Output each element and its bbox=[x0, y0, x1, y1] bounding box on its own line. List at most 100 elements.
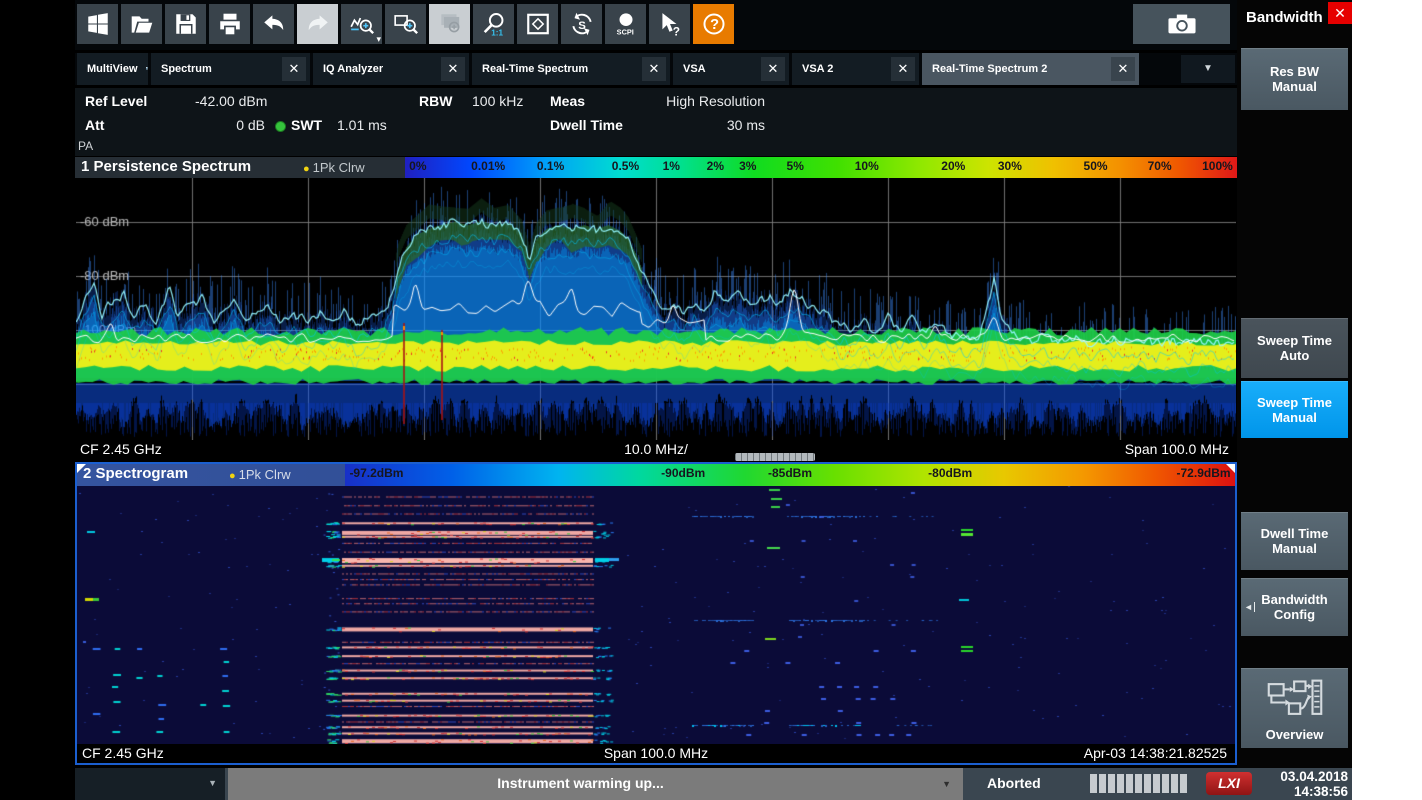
scale-tick-label: 50% bbox=[1084, 159, 1108, 173]
datetime-display: 03.04.2018 14:38:56 bbox=[1280, 769, 1348, 799]
trace-legend: ●1Pk Clrw bbox=[303, 160, 365, 175]
close-tab-button[interactable]: ✕ bbox=[441, 57, 465, 81]
softkey-bandwidth-config[interactable]: ◄Bandwidth Config bbox=[1241, 578, 1348, 636]
time-label: 14:38:56 bbox=[1280, 784, 1348, 799]
scale-tick-label: 5% bbox=[787, 159, 804, 173]
meas-label: Meas bbox=[550, 93, 585, 109]
softkey-sweep-time-auto[interactable]: Sweep Time Auto bbox=[1241, 318, 1348, 378]
sweep-state-label: Aborted bbox=[987, 775, 1041, 791]
submenu-arrow-icon: ◄ bbox=[1244, 602, 1255, 612]
message-history-dropdown[interactable]: ▼ bbox=[75, 768, 225, 800]
help-button[interactable]: ? bbox=[693, 4, 734, 44]
svg-text:S: S bbox=[578, 20, 586, 32]
softkey-dwell-time-manual[interactable]: Dwell Time Manual bbox=[1241, 512, 1348, 570]
close-tab-button[interactable]: ✕ bbox=[1111, 57, 1135, 81]
dwell-time-value: 30 ms bbox=[635, 117, 765, 133]
zoom-trace-button[interactable]: ▾ bbox=[341, 4, 382, 44]
tab-real-time-spectrum[interactable]: Real-Time Spectrum ✕ bbox=[472, 53, 670, 85]
softkey-res-bw-manual[interactable]: Res BW Manual bbox=[1241, 48, 1348, 110]
window-corner-marker bbox=[77, 464, 86, 473]
tab-multiview[interactable]: MultiView bbox=[77, 53, 148, 85]
zoom-selection-button[interactable] bbox=[385, 4, 426, 44]
spectrogram-canvas[interactable] bbox=[77, 486, 1235, 744]
softkey-label: Res BW Manual bbox=[1247, 64, 1342, 94]
chevron-down-icon: ▼ bbox=[942, 779, 951, 789]
zoom-1to1-button[interactable]: 1:1 bbox=[473, 4, 514, 44]
trace-legend: ●1Pk Clrw bbox=[229, 467, 291, 482]
softkey-label: Bandwidth Config bbox=[1247, 592, 1342, 622]
softkey-label: Dwell Time Manual bbox=[1247, 526, 1342, 556]
svg-text:?: ? bbox=[673, 24, 680, 37]
persistence-spectrum-title: 1 Persistence Spectrum bbox=[81, 158, 251, 175]
spectrogram-title: 2 Spectrogram bbox=[83, 465, 188, 482]
tab-vsa[interactable]: VSA✕ bbox=[673, 53, 789, 85]
context-help-button[interactable]: ? bbox=[649, 4, 690, 44]
trace-dot-icon: ● bbox=[303, 163, 310, 175]
close-softkey-menu-button[interactable]: ✕ bbox=[1328, 2, 1352, 24]
close-tab-button[interactable]: ✕ bbox=[282, 57, 306, 81]
scale-tick-label: 0% bbox=[409, 159, 426, 173]
open-file-button[interactable] bbox=[121, 4, 162, 44]
channel-tab-bar: MultiViewSpectrum✕IQ Analyzer✕Real-Time … bbox=[75, 53, 1237, 85]
scale-tick-label: 2% bbox=[707, 159, 724, 173]
tab-real-time-spectrum-2[interactable]: Real-Time Spectrum 2✕ bbox=[922, 53, 1139, 85]
progress-segment bbox=[1162, 774, 1169, 793]
spectrogram-header[interactable]: 2 Spectrogram ●1Pk Clrw -97.2dBm-90dBm-8… bbox=[77, 464, 1235, 486]
progress-segment bbox=[1171, 774, 1178, 793]
tab-overflow-dropdown[interactable]: ▼ bbox=[1181, 55, 1235, 83]
progress-segment bbox=[1135, 774, 1142, 793]
softkey-label: Sweep Time Manual bbox=[1247, 395, 1342, 425]
undo-button[interactable] bbox=[253, 4, 294, 44]
close-tab-button[interactable]: ✕ bbox=[642, 57, 666, 81]
tab-label: Real-Time Spectrum bbox=[482, 63, 588, 75]
panel-splitter-handle[interactable] bbox=[735, 453, 815, 461]
save-button[interactable] bbox=[165, 4, 206, 44]
progress-segment bbox=[1090, 774, 1097, 793]
tab-vsa-2[interactable]: VSA 2✕ bbox=[792, 53, 919, 85]
fsw-spectrum-analyzer-screen: ▾ 1:1 S SCPI?? MultiViewSpectrum✕IQ Analyze… bbox=[0, 0, 1422, 800]
redo-button bbox=[297, 4, 338, 44]
att-value: 0 dB bbox=[175, 117, 265, 133]
dropdown-arrow-icon: ▾ bbox=[376, 34, 381, 45]
status-message-bar[interactable]: Instrument warming up... ▼ bbox=[228, 768, 963, 800]
channel-settings-bar[interactable]: Ref Level -42.00 dBm RBW 100 kHz Meas Hi… bbox=[75, 88, 1237, 156]
scale-tick-label: 0.01% bbox=[471, 159, 505, 173]
scale-tick-label: -80dBm bbox=[928, 466, 972, 480]
left-bezel bbox=[0, 0, 75, 800]
screenshot-camera-button[interactable] bbox=[1133, 4, 1230, 44]
multiview-grid-icon bbox=[146, 61, 148, 78]
close-tab-button[interactable]: ✕ bbox=[761, 57, 785, 81]
instrument-display: ▾ 1:1 S SCPI?? MultiViewSpectrum✕IQ Analyze… bbox=[75, 0, 1352, 800]
date-label: 03.04.2018 bbox=[1280, 769, 1348, 784]
sync-button[interactable]: S bbox=[561, 4, 602, 44]
tab-spectrum[interactable]: Spectrum✕ bbox=[151, 53, 310, 85]
persistence-spectrum-canvas[interactable] bbox=[76, 178, 1236, 440]
trace-label: 1Pk Clrw bbox=[313, 160, 365, 175]
swt-label: SWT bbox=[291, 117, 322, 133]
scpi-button[interactable]: SCPI bbox=[605, 4, 646, 44]
progress-segment bbox=[1108, 774, 1115, 793]
softkey-sweep-time-manual[interactable]: Sweep Time Manual bbox=[1241, 381, 1348, 438]
scale-tick-label: 20% bbox=[941, 159, 965, 173]
softkey-menu-title: Bandwidth bbox=[1246, 9, 1323, 26]
rbw-label: RBW bbox=[419, 93, 452, 109]
svg-text:SCPI: SCPI bbox=[617, 28, 634, 37]
spectrogram-display[interactable] bbox=[77, 486, 1235, 744]
persistence-spectrum-header[interactable]: 1 Persistence Spectrum ●1Pk Clrw 0% 0.01%… bbox=[75, 157, 1237, 178]
spectrogram-panel: 2 Spectrogram ●1Pk Clrw -97.2dBm-90dBm-8… bbox=[75, 462, 1237, 765]
status-message: Instrument warming up... bbox=[228, 775, 933, 791]
ref-level-value: -42.00 dBm bbox=[195, 93, 267, 109]
span-label: Span 100.0 MHz bbox=[77, 745, 1235, 761]
persistence-spectrum-display[interactable] bbox=[75, 178, 1237, 440]
spectrogram-footer: CF 2.45 GHz Span 100.0 MHz Apr-03 14:38:… bbox=[77, 744, 1235, 763]
softkey-overview[interactable]: Overview bbox=[1241, 668, 1348, 748]
lxi-logo: LXI bbox=[1206, 772, 1252, 795]
display-frame-button[interactable] bbox=[517, 4, 558, 44]
scale-tick-label: 0.5% bbox=[612, 159, 639, 173]
progress-segment bbox=[1153, 774, 1160, 793]
softkey-label: Sweep Time Auto bbox=[1247, 333, 1342, 363]
close-tab-button[interactable]: ✕ bbox=[891, 57, 915, 81]
windows-button[interactable] bbox=[77, 4, 118, 44]
print-button[interactable] bbox=[209, 4, 250, 44]
tab-iq-analyzer[interactable]: IQ Analyzer✕ bbox=[313, 53, 469, 85]
